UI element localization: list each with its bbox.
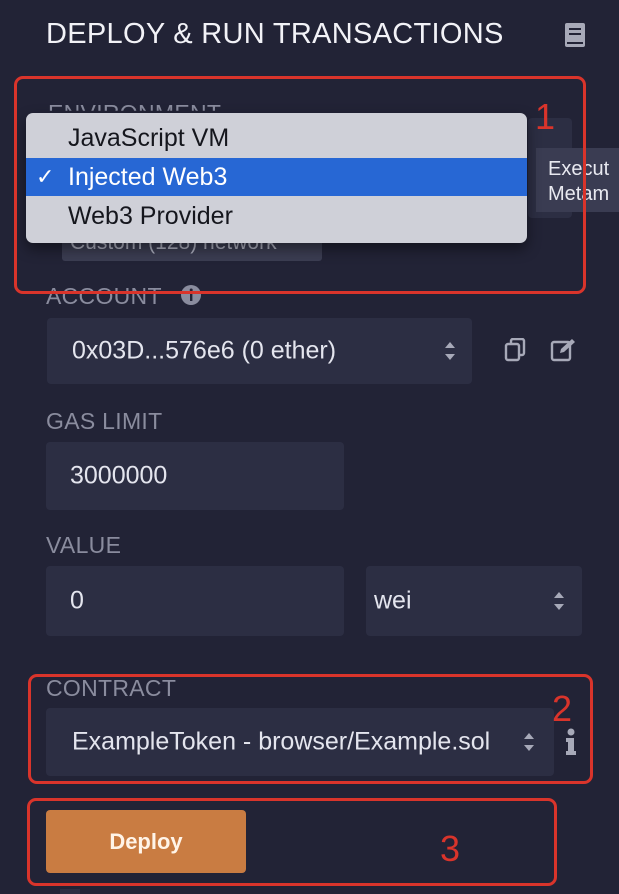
copy-icon[interactable] [504,338,526,362]
value-amount: 0 [70,586,84,615]
edit-icon[interactable] [550,338,576,362]
unit-value: wei [374,586,412,615]
next-item-edge [60,889,80,894]
annotation-box-1 [14,76,586,294]
gas-limit-input[interactable]: 3000000 [46,442,344,510]
gas-limit-value: 3000000 [70,461,168,490]
select-arrows-icon [445,342,455,360]
value-label: VALUE [46,532,122,558]
annotation-number-1: 1 [535,96,556,137]
book-icon[interactable] [564,22,586,48]
gas-limit-label: GAS LIMIT [46,408,163,434]
account-select[interactable]: 0x03D...576e6 (0 ether) [47,318,472,384]
annotation-number-3: 3 [440,828,461,869]
value-input[interactable]: 0 [46,566,344,636]
unit-select[interactable]: wei [366,566,582,636]
select-arrows-icon [554,592,564,610]
panel-title: DEPLOY & RUN TRANSACTIONS [46,18,504,50]
account-value: 0x03D...576e6 (0 ether) [72,336,337,365]
annotation-box-3 [27,798,557,886]
annotation-number-2: 2 [552,688,573,729]
annotation-box-2 [28,674,593,784]
